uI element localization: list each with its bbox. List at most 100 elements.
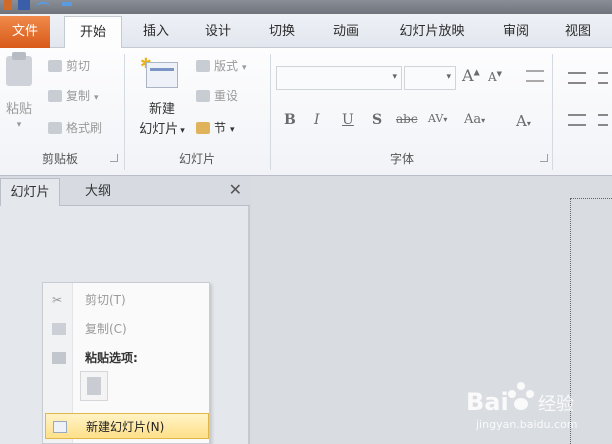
- new-slide-button-line2[interactable]: 幻灯片 ▾: [132, 118, 192, 137]
- menu-item-paste-options-label: 粘贴选项:: [85, 351, 138, 365]
- reset-button[interactable]: 重设: [196, 86, 238, 106]
- menu-item-new-slide[interactable]: 新建幻灯片(N): [45, 413, 209, 439]
- scissors-icon: [48, 60, 62, 72]
- tab-review[interactable]: 审阅: [490, 16, 542, 48]
- font-group-label: 字体: [389, 152, 414, 166]
- change-case-button[interactable]: Aa▾: [464, 112, 485, 127]
- menu-item-copy[interactable]: 复制(C): [43, 316, 209, 342]
- bold-button[interactable]: B: [284, 112, 296, 128]
- char-spacing-button[interactable]: AV▾: [428, 112, 447, 125]
- new-slide-button-line1[interactable]: 新建: [140, 98, 184, 117]
- font-color-button[interactable]: A▾: [516, 112, 531, 130]
- tab-insert[interactable]: 插入: [130, 16, 182, 48]
- char-spacing-dropdown-icon: ▾: [443, 115, 448, 124]
- ribbon-tab-row: 文件 开始 插入 设计 切换 动画 幻灯片放映 审阅 视图: [0, 14, 612, 49]
- new-slide-label: 幻灯片: [139, 122, 179, 137]
- group-divider: [124, 54, 125, 170]
- copy-icon: [52, 323, 66, 335]
- undo-icon[interactable]: [36, 2, 50, 8]
- cut-button[interactable]: 剪切: [48, 56, 90, 76]
- change-case-dropdown-icon: ▾: [481, 116, 486, 125]
- tab-design[interactable]: 设计: [192, 16, 244, 48]
- layout-label: 版式: [214, 59, 239, 73]
- section-icon: [196, 122, 210, 134]
- watermark-url: jingyan.baidu.com: [476, 418, 578, 431]
- tab-home[interactable]: 开始: [64, 16, 122, 49]
- new-slide-icon: [53, 421, 67, 433]
- watermark-text: 经验: [538, 394, 574, 415]
- font-name-select[interactable]: ▾: [276, 66, 402, 90]
- grow-font-label: A: [462, 66, 474, 85]
- grow-font-button[interactable]: A▲: [462, 66, 480, 85]
- font-color-dropdown-icon: ▾: [526, 119, 531, 128]
- tab-slideshow[interactable]: 幻灯片放映: [384, 16, 480, 48]
- redo-icon[interactable]: [62, 2, 72, 6]
- tab-file[interactable]: 文件: [0, 16, 50, 48]
- font-size-select[interactable]: ▾: [404, 66, 456, 90]
- copy-label: 复制: [66, 89, 91, 103]
- tab-transitions[interactable]: 切换: [256, 16, 308, 48]
- layout-dropdown-icon: ▾: [242, 63, 247, 73]
- align-center-icon[interactable]: [598, 114, 608, 126]
- menu-item-copy-label: 复制(C): [85, 322, 127, 336]
- copy-icon: [48, 90, 62, 102]
- tab-outline[interactable]: 大纲: [62, 178, 134, 206]
- paste-icon: [6, 52, 32, 86]
- paw-icon: [506, 382, 536, 412]
- paste-icon: [52, 352, 66, 364]
- underline-button[interactable]: U: [342, 112, 354, 128]
- format-painter-label: 格式刷: [66, 121, 103, 135]
- font-name-dropdown-icon: ▾: [392, 72, 397, 82]
- clipboard-launcher-icon[interactable]: [110, 154, 118, 162]
- shrink-font-button[interactable]: A▼: [488, 70, 502, 84]
- shadow-button[interactable]: S: [372, 112, 382, 128]
- slides-group-label: 幻灯片: [178, 152, 215, 166]
- group-divider: [270, 54, 271, 170]
- change-case-label: Aa: [464, 112, 482, 127]
- bullets-icon[interactable]: [568, 72, 586, 84]
- new-slide-icon: [146, 62, 178, 88]
- close-icon[interactable]: ✕: [229, 180, 242, 199]
- layout-button[interactable]: 版式 ▾: [196, 56, 247, 76]
- format-painter-button[interactable]: 格式刷: [48, 118, 102, 138]
- clipboard-group-label: 剪贴板: [41, 152, 78, 166]
- section-label: 节: [214, 121, 227, 135]
- brush-icon: [48, 122, 62, 134]
- clear-format-icon[interactable]: [526, 70, 544, 82]
- align-left-icon[interactable]: [568, 114, 586, 126]
- char-spacing-label: AV: [428, 112, 444, 125]
- copy-button[interactable]: 复制 ▾: [48, 86, 99, 106]
- menu-item-cut[interactable]: ✂ 剪切(T): [43, 287, 209, 313]
- reset-label: 重设: [214, 89, 239, 103]
- tab-view[interactable]: 视图: [552, 16, 604, 48]
- layout-icon: [196, 60, 210, 72]
- group-divider: [552, 54, 553, 170]
- menu-item-cut-label: 剪切(T): [85, 293, 126, 307]
- shrink-font-label: A: [488, 70, 497, 84]
- scissors-icon: ✂: [52, 293, 63, 307]
- paste-button[interactable]: 粘贴: [2, 98, 36, 117]
- menu-item-new-slide-label: 新建幻灯片(N): [86, 420, 165, 434]
- menu-item-paste-options: 粘贴选项:: [43, 345, 209, 371]
- paste-dropdown-icon[interactable]: ▾: [2, 120, 36, 130]
- pane-tabs: 幻灯片 大纲 ✕: [0, 176, 250, 206]
- section-button[interactable]: 节 ▾: [196, 118, 235, 138]
- ribbon: 粘贴 ▾ 剪切 复制▾ 格式刷 剪贴板 ✱ 新建 幻灯片▾ 版式▾ 重设 节▾ …: [0, 48, 612, 176]
- reset-icon: [196, 90, 210, 102]
- save-icon[interactable]: [18, 0, 30, 10]
- section-dropdown-icon: ▾: [230, 125, 235, 135]
- cut-label: 剪切: [66, 59, 91, 73]
- paste-option-keep-text-button[interactable]: [80, 371, 108, 401]
- tab-slides[interactable]: 幻灯片: [0, 178, 60, 206]
- copy-dropdown-icon: ▾: [94, 93, 99, 103]
- watermark: Bai 经验 jingyan.baidu.com: [466, 382, 606, 432]
- font-launcher-icon[interactable]: [540, 154, 548, 162]
- tab-animations[interactable]: 动画: [320, 16, 372, 48]
- italic-button[interactable]: I: [314, 112, 320, 128]
- font-color-label: A: [516, 112, 527, 130]
- strikethrough-button[interactable]: abc: [396, 112, 418, 126]
- app-icon: [4, 0, 12, 10]
- context-menu: ✂ 剪切(T) 复制(C) 粘贴选项: 新建幻灯片(N): [42, 282, 210, 444]
- title-bar: [0, 0, 612, 14]
- numbering-icon[interactable]: [598, 72, 608, 84]
